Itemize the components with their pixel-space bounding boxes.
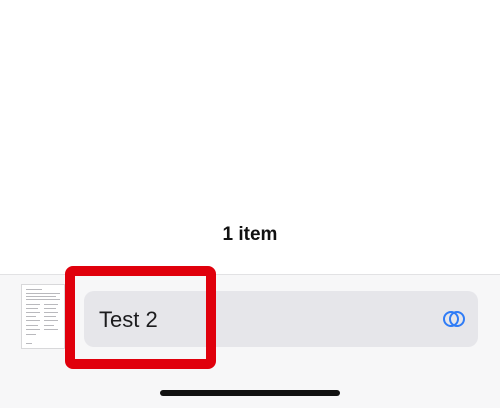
content-area: 1 item: [0, 0, 500, 274]
toggle-circles-icon[interactable]: [442, 309, 466, 329]
document-thumbnail[interactable]: [21, 284, 65, 349]
highlight-annotation-box: [65, 266, 216, 369]
home-indicator[interactable]: [160, 390, 340, 396]
item-count-label: 1 item: [222, 224, 278, 245]
